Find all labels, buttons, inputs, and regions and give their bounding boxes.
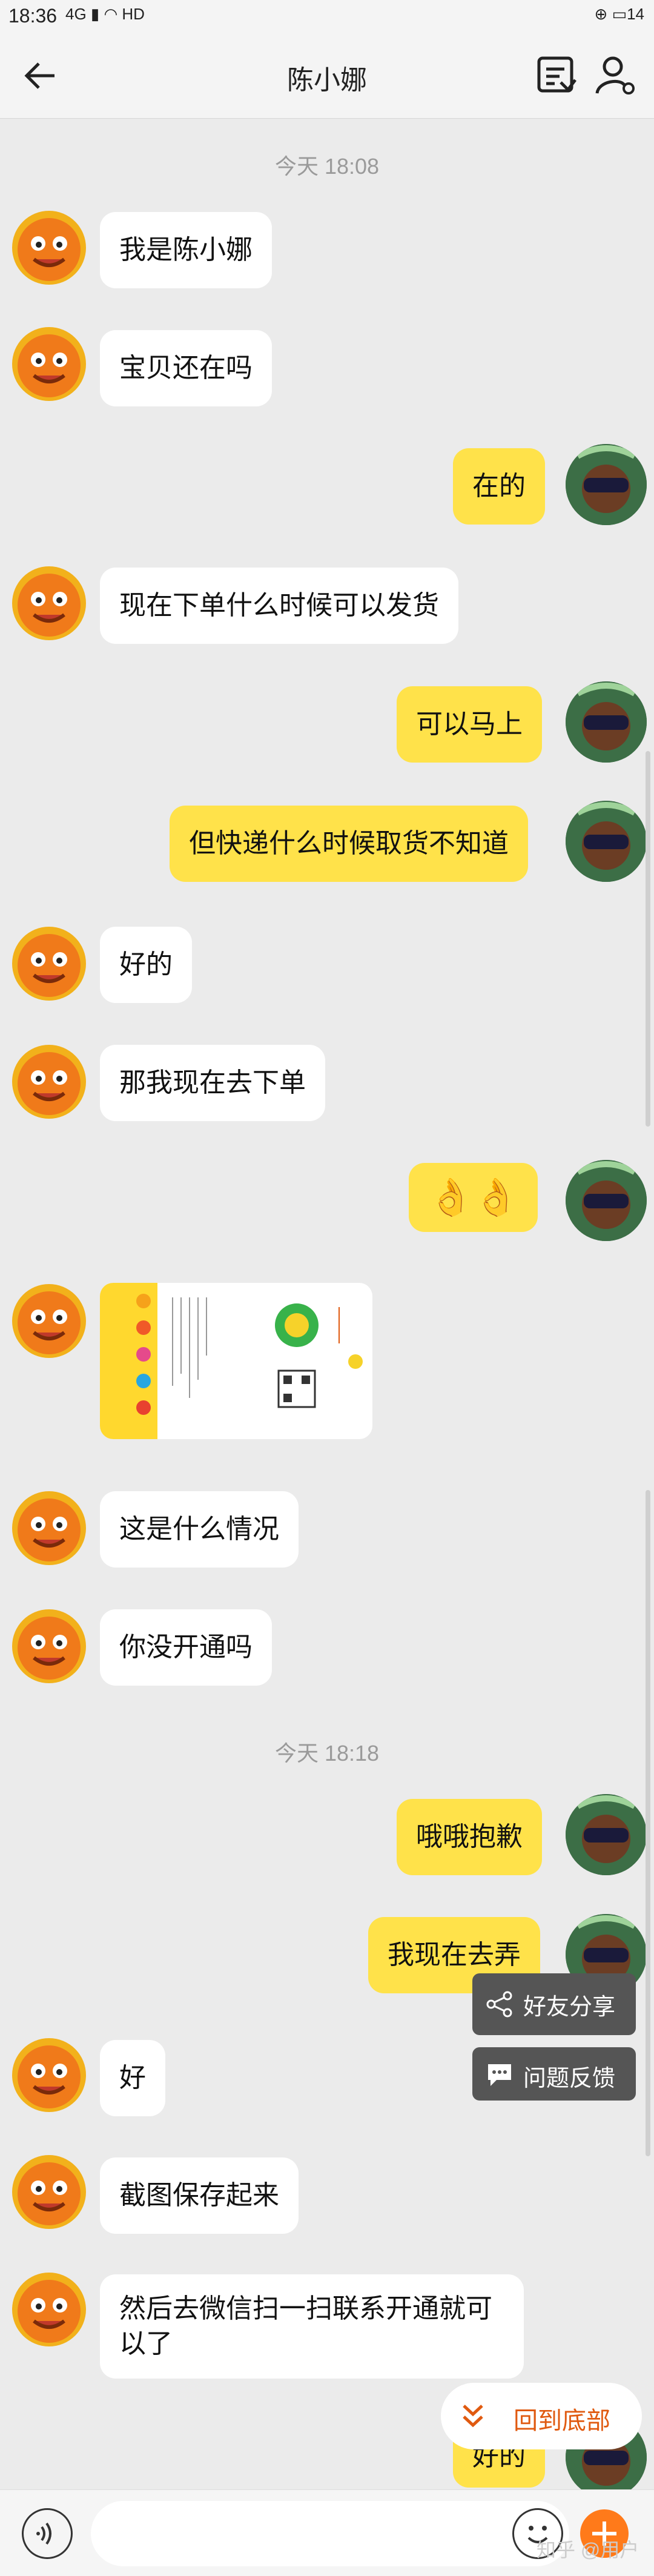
contact-avatar[interactable] bbox=[12, 1491, 86, 1565]
scrollbar[interactable] bbox=[646, 1490, 650, 2156]
user-avatar[interactable] bbox=[566, 801, 647, 882]
watermark: 知乎 @用户 bbox=[537, 2539, 639, 2561]
message-input[interactable] bbox=[91, 2501, 569, 2566]
signal-icon: 4G ▮ ◠ HD bbox=[65, 5, 145, 23]
chat-bubble[interactable]: 宝贝还在吗 bbox=[100, 330, 272, 406]
user-avatar[interactable] bbox=[566, 444, 647, 525]
voice-icon bbox=[36, 2522, 51, 2545]
battery-indicator: ⊕ ▭14 bbox=[594, 5, 645, 23]
feedback-button[interactable]: 问题反馈 bbox=[472, 2047, 636, 2101]
message-timestamp: 今天 18:18 bbox=[274, 1741, 380, 1766]
user-avatar[interactable] bbox=[566, 1160, 647, 1241]
scrollbar[interactable] bbox=[646, 751, 650, 1127]
double-chevron-down-icon bbox=[463, 2405, 483, 2428]
chat-bubble[interactable]: 但快递什么时候取货不知道 bbox=[170, 806, 528, 882]
contact-avatar[interactable] bbox=[12, 2273, 86, 2346]
chat-bubble[interactable]: 好 bbox=[100, 2040, 165, 2116]
contact-avatar[interactable] bbox=[12, 2155, 86, 2229]
share-icon bbox=[486, 1991, 512, 2018]
chat-bubble[interactable]: 我是陈小娜 bbox=[100, 212, 272, 288]
nav-bar: 陈小娜 bbox=[0, 31, 654, 119]
status-time: 18:36 bbox=[8, 5, 58, 27]
hd-label: HD bbox=[122, 5, 145, 23]
contact-avatar[interactable] bbox=[12, 2038, 86, 2112]
chat-bubble[interactable]: 👌👌 bbox=[409, 1163, 538, 1232]
status-bar: 18:36 4G ▮ ◠ HD ⊕ ▭14 bbox=[0, 0, 654, 31]
share-button[interactable]: 好友分享 bbox=[472, 1973, 636, 2035]
image-message[interactable] bbox=[100, 1283, 372, 1439]
chat-bubble[interactable]: 截图保存起来 bbox=[100, 2157, 299, 2234]
contact-avatar[interactable] bbox=[12, 566, 86, 640]
feedback-label: 问题反馈 bbox=[523, 2066, 616, 2091]
battery-level: 14 bbox=[627, 5, 644, 23]
feedback-icon bbox=[488, 2064, 511, 2086]
chat-bubble[interactable]: 好的 bbox=[100, 927, 192, 1003]
user-avatar[interactable] bbox=[566, 1794, 647, 1875]
back-to-bottom-label: 回到底部 bbox=[514, 2408, 610, 2434]
screenshot-thumbnail bbox=[136, 1294, 363, 1415]
message-input-bar: 知乎 @用户 bbox=[0, 2489, 654, 2576]
network-label: 4G bbox=[65, 5, 87, 23]
back-to-bottom-button[interactable]: 回到底部 bbox=[441, 2383, 642, 2449]
chat-bubble[interactable]: 你没开通吗 bbox=[100, 1609, 272, 1686]
chat-bubble[interactable]: 这是什么情况 bbox=[100, 1491, 299, 1568]
chat-bubble[interactable]: 可以马上 bbox=[397, 686, 542, 763]
contact-avatar[interactable] bbox=[12, 327, 86, 401]
chat-bubble[interactable]: 那我现在去下单 bbox=[100, 1045, 325, 1121]
chat-bubble[interactable]: 然后去微信扫一扫联系开通就可以了 bbox=[100, 2274, 524, 2379]
chat-bubble[interactable]: 哦哦抱歉 bbox=[397, 1799, 542, 1875]
order-form-icon[interactable] bbox=[533, 52, 579, 98]
chat-bubble[interactable]: 现在下单什么时候可以发货 bbox=[100, 568, 458, 644]
contact-avatar[interactable] bbox=[12, 1045, 86, 1119]
contact-avatar[interactable] bbox=[12, 1284, 86, 1358]
contact-avatar[interactable] bbox=[12, 1609, 86, 1683]
message-timestamp: 今天 18:08 bbox=[274, 154, 380, 179]
voice-input-button[interactable] bbox=[22, 2508, 73, 2559]
chat-bubble[interactable]: 在的 bbox=[453, 448, 545, 525]
share-label: 好友分享 bbox=[523, 1995, 616, 2020]
contact-avatar[interactable] bbox=[12, 211, 86, 285]
user-avatar[interactable] bbox=[566, 681, 647, 763]
user-settings-icon[interactable] bbox=[592, 52, 638, 98]
contact-avatar[interactable] bbox=[12, 927, 86, 1001]
